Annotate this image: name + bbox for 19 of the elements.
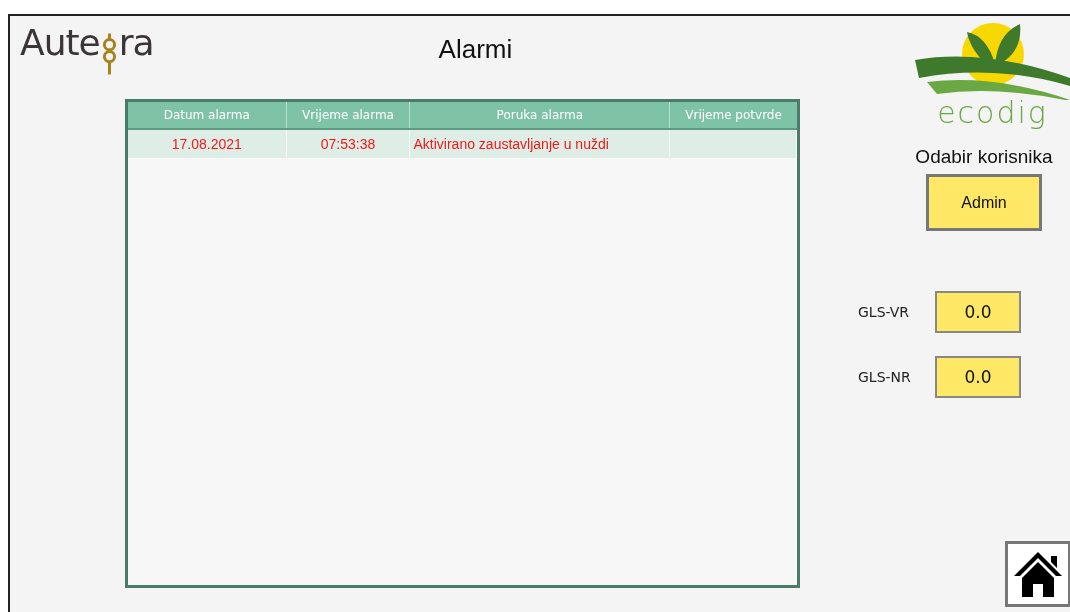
column-header: Datum alarma: [128, 102, 287, 128]
home-button[interactable]: [1005, 541, 1070, 607]
alarm-row[interactable]: 17.08.2021 07:53:38 Aktivirano zaustavljanje u nuždi: [128, 130, 797, 158]
reading-field: 0.0: [935, 291, 1021, 333]
screen-title: Alarmi: [438, 34, 513, 65]
column-header: Poruka alarma: [410, 102, 671, 128]
table-cell: Aktivirano zaustavljanje u nuždi: [413, 136, 609, 152]
brand-name: ecodig: [937, 98, 1048, 128]
user-button[interactable]: Admin: [926, 174, 1042, 231]
reading-label: GLS-NR: [858, 369, 912, 385]
reading-field: 0.0: [935, 356, 1021, 398]
home-icon: [1012, 550, 1064, 598]
user-select-label: Odabir korisnika: [914, 146, 1053, 168]
company-logo: Aute ra: [20, 22, 154, 75]
reading-label: GLS-VR: [858, 304, 911, 320]
table-cell: 07:53:38: [320, 136, 376, 152]
table-cell: 17.08.2021: [171, 136, 242, 152]
column-header: Vrijeme potvrde: [684, 107, 783, 124]
column-header: Vrijeme alarma: [286, 102, 411, 128]
